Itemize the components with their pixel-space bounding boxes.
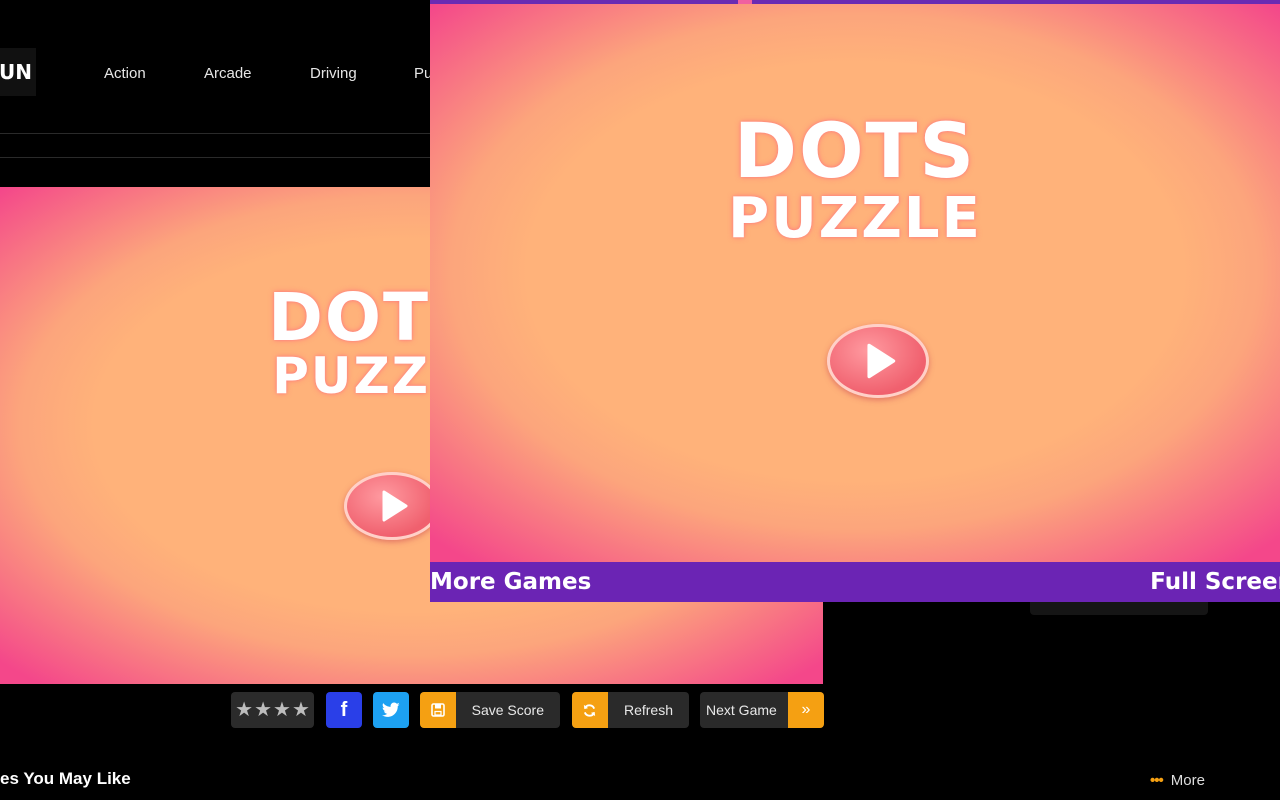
- nav-item-driving[interactable]: Driving: [310, 65, 357, 82]
- more-dots-icon: •••: [1150, 772, 1164, 789]
- play-button[interactable]: [827, 324, 929, 398]
- refresh-button[interactable]: Refresh: [572, 692, 689, 728]
- game-title-line1: DOT: [268, 279, 430, 356]
- more-label: More: [1170, 772, 1205, 789]
- twitter-bird-icon: [382, 702, 400, 717]
- site-logo[interactable]: FUN: [0, 48, 36, 96]
- section-title: es You May Like: [0, 769, 131, 788]
- next-game-label: Next Game: [706, 702, 777, 718]
- play-icon: [382, 490, 408, 522]
- divider: [0, 133, 430, 134]
- more-link[interactable]: ••• More: [1150, 772, 1205, 789]
- game-title-line2: PUZZ: [272, 347, 430, 405]
- twitter-share-button[interactable]: [373, 692, 409, 728]
- star-icon[interactable]: ★: [235, 700, 253, 720]
- nav-item-action[interactable]: Action: [104, 65, 146, 82]
- facebook-icon: f: [340, 698, 348, 721]
- next-game-button[interactable]: Next Game »: [700, 692, 824, 728]
- star-icon[interactable]: ★: [273, 700, 291, 720]
- refresh-icon: [572, 692, 608, 728]
- game-title-line1: DOTS: [733, 106, 977, 195]
- play-button[interactable]: [344, 472, 440, 540]
- nav-item-arcade[interactable]: Arcade: [204, 65, 252, 82]
- save-score-label: Save Score: [471, 702, 544, 718]
- save-score-button[interactable]: Save Score: [420, 692, 560, 728]
- refresh-label: Refresh: [623, 702, 673, 718]
- star-icon[interactable]: ★: [292, 700, 310, 720]
- rating-stars[interactable]: ★ ★ ★ ★: [231, 692, 314, 728]
- game-title-line2: PUZZLE: [728, 186, 982, 251]
- double-chevron-right-icon: »: [788, 692, 824, 728]
- game-frame[interactable]: DOTS PUZZLE: [430, 4, 1280, 562]
- score-widget: [1030, 600, 1208, 615]
- facebook-share-button[interactable]: f: [326, 692, 362, 728]
- more-games-link[interactable]: More Games: [430, 569, 591, 595]
- star-icon[interactable]: ★: [254, 700, 272, 720]
- game-footer-bar: More Games Full Screen: [430, 562, 1280, 602]
- play-icon: [867, 343, 896, 379]
- site-logo-text: FUN: [0, 60, 32, 84]
- divider: [0, 157, 430, 158]
- save-icon: [420, 692, 456, 728]
- full-screen-button[interactable]: Full Screen: [1150, 569, 1280, 595]
